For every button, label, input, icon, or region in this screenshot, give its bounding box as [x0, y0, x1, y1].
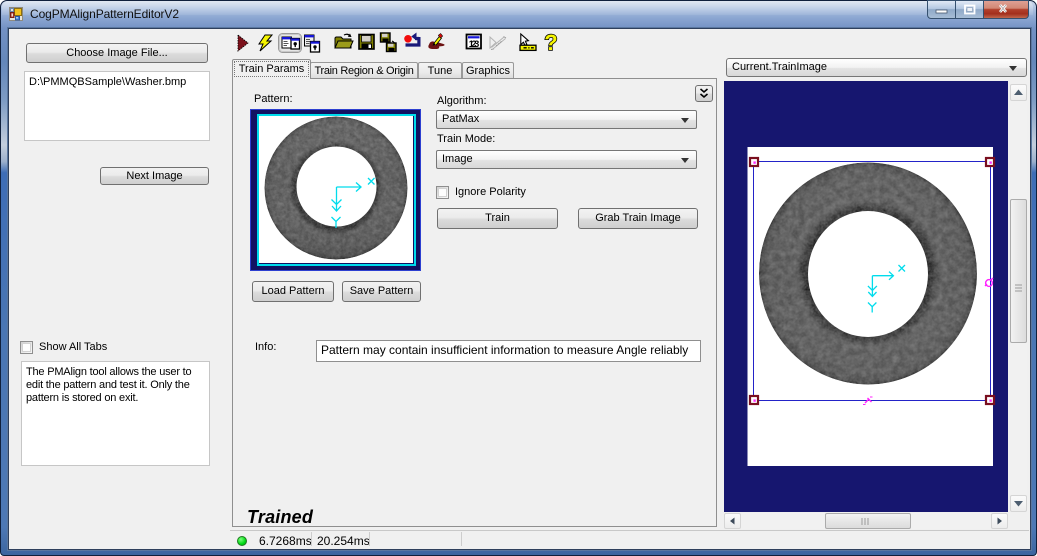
svg-text:123: 123: [469, 39, 480, 49]
svg-text:?: ?: [544, 30, 557, 55]
